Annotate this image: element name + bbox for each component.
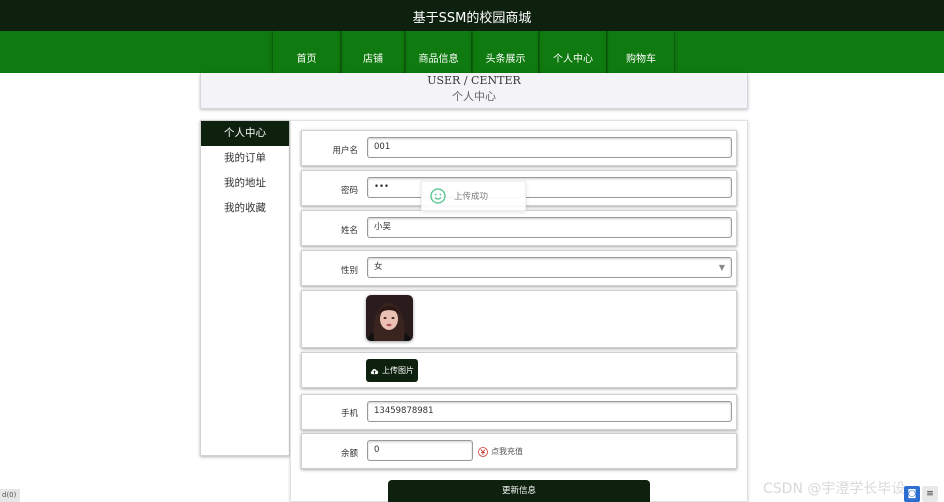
csdn-watermark: CSDN @宇澄学长毕设 bbox=[763, 481, 906, 497]
balance-row: 余额 0 点我充值 bbox=[301, 433, 737, 469]
section-title-cn: 个人中心 bbox=[452, 90, 496, 103]
phone-row: 手机 13459878981 bbox=[301, 394, 737, 430]
username-label: 用户名 bbox=[332, 146, 358, 156]
tray-input-icon[interactable]: ≡ bbox=[922, 486, 938, 502]
top-bar: 基于SSM的校园商城 bbox=[0, 0, 944, 31]
name-row: 姓名 小吴 bbox=[301, 210, 737, 246]
upload-image-button[interactable]: 上传图片 bbox=[366, 359, 418, 382]
gender-row: 性别 女 ▼ bbox=[301, 250, 737, 286]
username-input[interactable]: 001 bbox=[367, 137, 732, 158]
recharge-icon bbox=[478, 446, 488, 457]
phone-input[interactable]: 13459878981 bbox=[367, 401, 732, 422]
recharge-label: 点我充值 bbox=[491, 447, 523, 456]
sidebar-item-orders[interactable]: 我的订单 bbox=[201, 146, 289, 171]
password-label: 密码 bbox=[340, 186, 358, 196]
avatar-image bbox=[366, 295, 413, 341]
toast-message: 上传成功 bbox=[454, 192, 489, 202]
sidebar-item-favorites[interactable]: 我的收藏 bbox=[201, 196, 289, 221]
name-input[interactable]: 小吴 bbox=[367, 217, 732, 238]
cloud-upload-icon bbox=[370, 368, 379, 374]
site-title: 基于SSM的校园商城 bbox=[412, 11, 532, 26]
system-tray: ◙ ≡ bbox=[904, 486, 944, 502]
success-toast: 上传成功 bbox=[421, 181, 526, 211]
gender-select[interactable]: 女 ▼ bbox=[367, 257, 732, 278]
balance-input[interactable]: 0 bbox=[367, 440, 473, 461]
nav-item-user-center[interactable]: 个人中心 bbox=[539, 31, 607, 73]
avatar-row bbox=[301, 290, 737, 348]
update-info-button[interactable]: 更新信息 bbox=[388, 480, 650, 502]
gender-selected-value: 女 bbox=[374, 262, 383, 272]
nav-item-shops[interactable]: 店铺 bbox=[341, 31, 405, 73]
upload-image-label: 上传图片 bbox=[382, 366, 414, 375]
sidebar-item-user-center[interactable]: 个人中心 bbox=[201, 121, 289, 146]
nav-item-headlines[interactable]: 头条展示 bbox=[472, 31, 539, 73]
nav-item-home[interactable]: 首页 bbox=[272, 31, 341, 73]
name-label: 姓名 bbox=[340, 226, 358, 236]
nav-item-cart[interactable]: 购物车 bbox=[607, 31, 675, 73]
main-nav: 首页 店铺 商品信息 头条展示 个人中心 购物车 bbox=[0, 31, 944, 73]
nav-item-products[interactable]: 商品信息 bbox=[405, 31, 472, 73]
user-sidebar: 个人中心 我的订单 我的地址 我的收藏 bbox=[200, 120, 290, 456]
status-tag: d(0) bbox=[0, 489, 20, 502]
section-header: USER / CENTER 个人中心 bbox=[200, 73, 748, 109]
section-title-en: USER / CENTER bbox=[427, 74, 521, 87]
upload-row: 上传图片 bbox=[301, 352, 737, 388]
username-row: 用户名 001 bbox=[301, 130, 737, 166]
chevron-down-icon: ▼ bbox=[718, 263, 725, 272]
gender-label: 性别 bbox=[340, 266, 358, 276]
balance-label: 余额 bbox=[340, 449, 358, 459]
tray-app-icon[interactable]: ◙ bbox=[904, 486, 920, 502]
recharge-link[interactable]: 点我充值 bbox=[478, 446, 523, 457]
sidebar-item-addresses[interactable]: 我的地址 bbox=[201, 171, 289, 196]
phone-label: 手机 bbox=[340, 409, 358, 419]
smile-icon bbox=[430, 188, 446, 204]
